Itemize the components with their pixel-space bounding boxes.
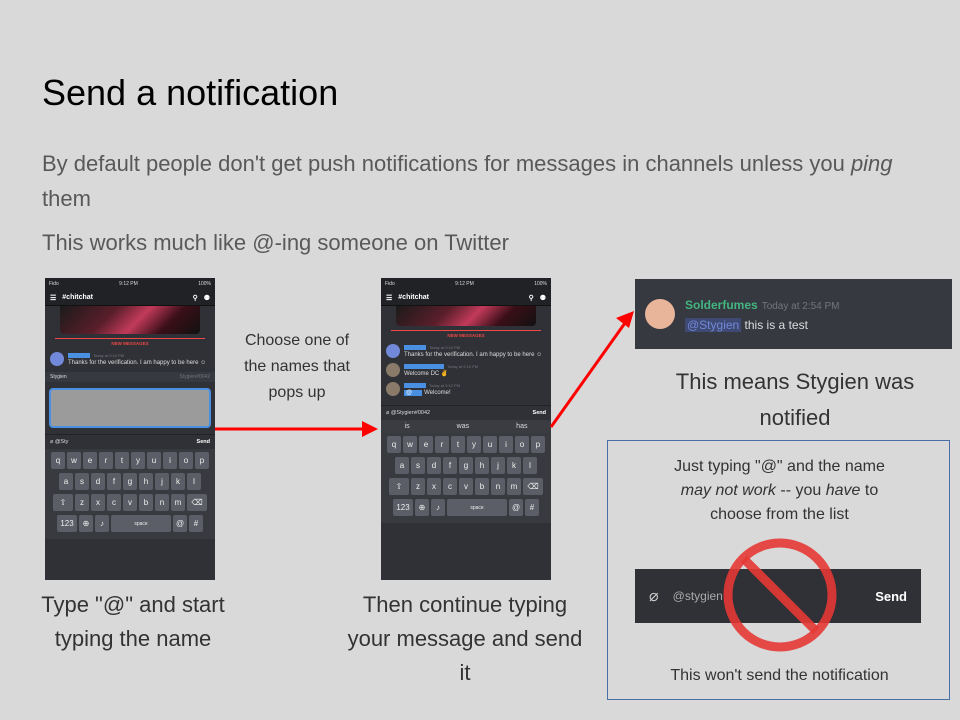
- warning-tail: to: [860, 482, 879, 499]
- step-caption-send: Then continue typing your message and se…: [347, 592, 583, 685]
- mention-chip[interactable]: @Stygien: [685, 318, 742, 332]
- warning-emphasis: may not work: [680, 482, 776, 499]
- prohibition-icon: [723, 538, 837, 652]
- timestamp: Today at 2:54 PM: [761, 301, 840, 312]
- arrow-right-head: [362, 421, 378, 437]
- warning-footer: This won't send the notification: [670, 667, 889, 684]
- send-button[interactable]: Send: [875, 589, 907, 604]
- warning-line-2: may not work -- you have to: [608, 479, 951, 503]
- warning-mid: -- you: [775, 482, 826, 499]
- warning-line-3: choose from the list: [710, 506, 849, 523]
- message-input[interactable]: @stygien: [673, 589, 723, 603]
- warning-emphasis-2: have: [825, 482, 861, 499]
- username[interactable]: Solderfumes: [685, 298, 758, 312]
- step-caption-type: Type "@" and start typing the name: [41, 592, 225, 651]
- message-text: this is a test: [741, 318, 808, 332]
- warning-box: Just typing "@" and the name may not wor…: [607, 440, 950, 700]
- warning-line-1: Just typing "@" and the name: [674, 458, 885, 475]
- arrow-up-right: [549, 322, 627, 428]
- avatar[interactable]: [645, 299, 675, 329]
- result-caption: This means Stygien was notified: [675, 369, 915, 430]
- warning-text: Just typing "@" and the name may not wor…: [608, 455, 951, 527]
- step-caption-choose: Choose one of the names that pops up: [244, 332, 350, 401]
- discord-message-preview: Solderfumes Today at 2:54 PM @Stygien thi…: [635, 279, 952, 349]
- attach-icon[interactable]: ⌀: [649, 586, 659, 606]
